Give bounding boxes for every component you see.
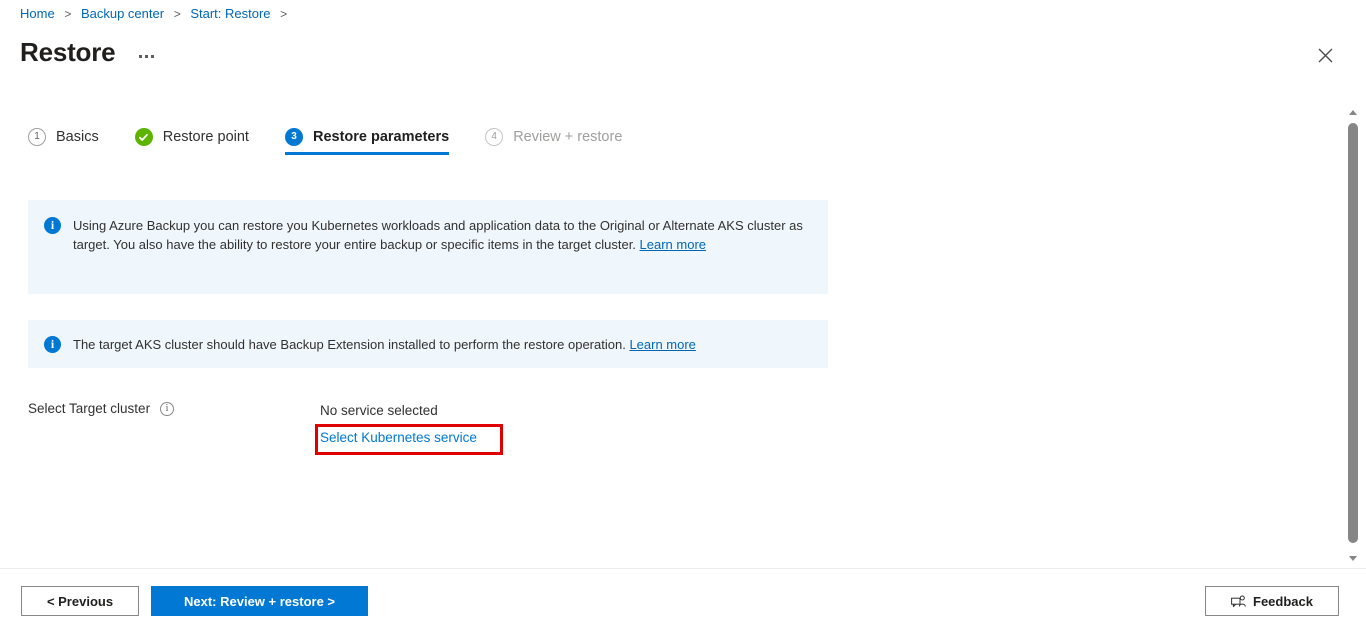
info-banner-backup-extension: i The target AKS cluster should have Bac…: [28, 320, 828, 368]
page-title: Restore: [20, 37, 116, 67]
scroll-down-icon[interactable]: [1346, 551, 1360, 565]
more-commands-icon[interactable]: [137, 51, 156, 62]
info-tooltip-icon[interactable]: i: [160, 401, 175, 416]
vertical-scrollbar[interactable]: [1346, 105, 1360, 565]
info-banner-text: The target AKS cluster should have Backu…: [73, 335, 696, 354]
step-number-badge: 3: [284, 128, 303, 146]
info-banner-text: Using Azure Backup you can restore you K…: [73, 216, 814, 254]
feedback-icon: [1231, 595, 1246, 608]
info-banner-restore-overview: i Using Azure Backup you can restore you…: [28, 200, 828, 294]
feedback-button-label: Feedback: [1253, 593, 1313, 609]
step-number-badge: 4: [485, 128, 504, 146]
check-circle-icon: [134, 128, 153, 146]
step-number-badge: 1: [28, 128, 46, 146]
target-cluster-label-text: Select Target cluster: [28, 401, 151, 416]
wizard-step-label: Review + restore: [513, 129, 623, 145]
wizard-steps: 1 Basics Restore point 3 Restore paramet…: [28, 128, 658, 155]
next-review-restore-button[interactable]: Next: Review + restore >: [151, 586, 368, 616]
breadcrumb-item-start-restore[interactable]: Start: Restore: [190, 6, 270, 21]
scrollbar-thumb[interactable]: [1348, 123, 1358, 543]
info-icon: i: [44, 217, 61, 234]
breadcrumb: Home > Backup center > Start: Restore >: [20, 5, 293, 23]
wizard-step-restore-parameters[interactable]: 3 Restore parameters: [284, 128, 459, 155]
wizard-step-label: Restore point: [162, 129, 249, 145]
scroll-up-icon[interactable]: [1346, 105, 1360, 119]
footer-bar: < Previous Next: Review + restore > Feed…: [0, 569, 1366, 635]
breadcrumb-item-backup-center[interactable]: Backup center: [81, 6, 164, 21]
info-icon: i: [44, 336, 61, 353]
previous-button[interactable]: < Previous: [21, 586, 139, 616]
wizard-step-label: Restore parameters: [312, 129, 450, 145]
breadcrumb-separator: >: [173, 7, 181, 21]
breadcrumb-separator: >: [64, 7, 72, 21]
breadcrumb-separator: >: [280, 7, 288, 21]
wizard-step-review-restore[interactable]: 4 Review + restore: [485, 128, 632, 155]
wizard-step-restore-point[interactable]: Restore point: [134, 128, 259, 155]
wizard-step-basics[interactable]: 1 Basics: [28, 128, 109, 155]
close-icon[interactable]: [1310, 40, 1340, 70]
target-cluster-label: Select Target cluster i: [28, 401, 175, 416]
title-row: Restore: [20, 36, 156, 68]
learn-more-link[interactable]: Learn more: [640, 237, 706, 252]
select-kubernetes-service-link[interactable]: Select Kubernetes service: [320, 430, 477, 445]
learn-more-link[interactable]: Learn more: [629, 337, 695, 352]
feedback-button[interactable]: Feedback: [1205, 586, 1339, 616]
selected-service-value: No service selected: [320, 403, 438, 418]
breadcrumb-item-home[interactable]: Home: [20, 6, 55, 21]
wizard-step-label: Basics: [56, 129, 99, 145]
info-banner-message: The target AKS cluster should have Backu…: [73, 336, 630, 352]
